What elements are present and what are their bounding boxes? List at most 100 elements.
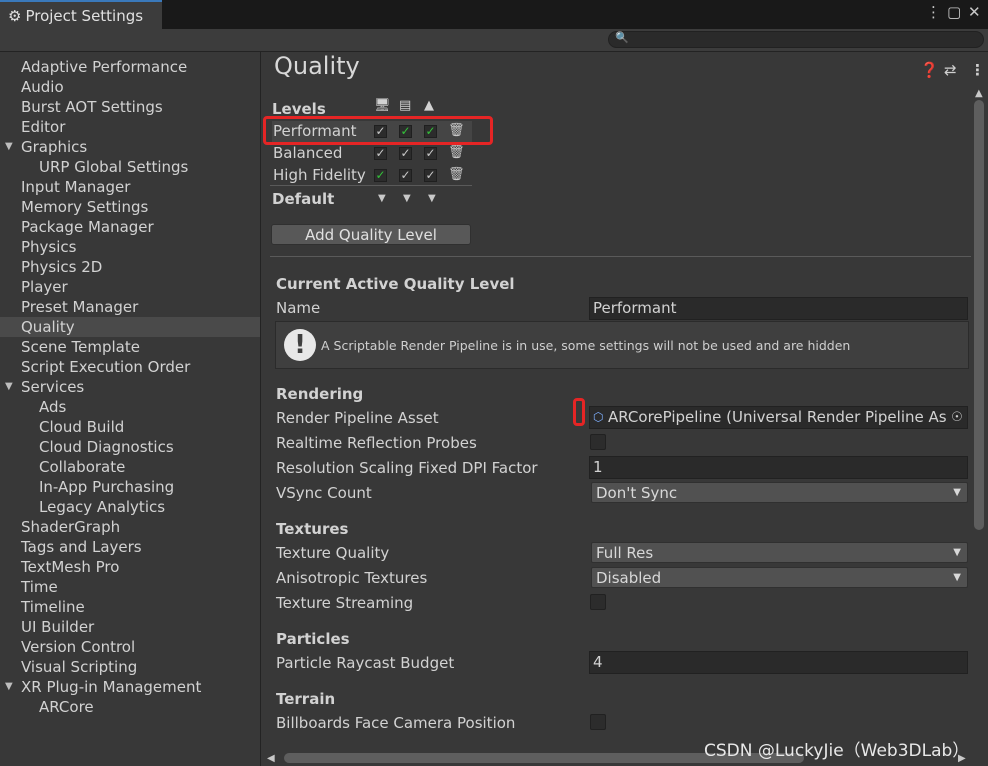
chevron-down-icon: ▼ <box>953 572 961 583</box>
name-label: Name <box>276 299 321 317</box>
menu-dots-icon[interactable]: ⋮ <box>926 3 941 21</box>
expand-arrow-icon[interactable]: ▼ <box>5 377 13 397</box>
sidebar-item-memory-settings[interactable]: Memory Settings <box>0 197 260 217</box>
platform-checkbox[interactable]: ✓ <box>399 147 412 160</box>
platform-checkbox[interactable]: ✓ <box>424 147 437 160</box>
sidebar-item-arcore[interactable]: ARCore <box>0 697 260 717</box>
billboards-toggle[interactable] <box>590 714 606 730</box>
sidebar-item-quality[interactable]: Quality <box>0 317 260 337</box>
sidebar-item-physics-2d[interactable]: Physics 2D <box>0 257 260 277</box>
sidebar-item-xr-plug-in-management[interactable]: ▼ XR Plug-in Management <box>0 677 260 697</box>
sidebar-item-graphics[interactable]: ▼ Graphics <box>0 137 260 157</box>
anisotropic-dropdown[interactable]: Disabled ▼ <box>591 567 968 588</box>
sidebar-item-physics[interactable]: Physics <box>0 237 260 257</box>
texture-quality-dropdown[interactable]: Full Res ▼ <box>591 542 968 563</box>
vsync-label: VSync Count <box>276 484 372 502</box>
platform-checkbox[interactable]: ✓ <box>374 169 387 182</box>
sidebar-item-collaborate[interactable]: Collaborate <box>0 457 260 477</box>
billboards-label: Billboards Face Camera Position <box>276 714 516 732</box>
help-icon[interactable]: ❓ <box>920 61 939 79</box>
quality-panel: Quality ❓ ⇄ ⋮ Levels 🖥 ▤ ▲ Performant ✓ ✓ ✓… <box>262 52 988 766</box>
sidebar-item-label: Graphics <box>21 138 88 156</box>
delete-level-icon[interactable]: 🗑 <box>448 168 465 182</box>
anisotropic-value: Disabled <box>596 569 662 587</box>
highlight-pipeline-field <box>573 398 585 426</box>
scroll-up-icon[interactable]: ▲ <box>975 88 983 99</box>
sidebar-item-preset-manager[interactable]: Preset Manager <box>0 297 260 317</box>
preset-icon[interactable]: ⇄ <box>944 61 957 79</box>
sidebar-item-label: Editor <box>21 118 66 136</box>
sidebar-item-visual-scripting[interactable]: Visual Scripting <box>0 657 260 677</box>
sidebar-item-label: Quality <box>21 318 75 336</box>
texture-streaming-toggle[interactable] <box>590 594 606 610</box>
delete-level-icon[interactable]: 🗑 <box>448 146 465 160</box>
vsync-dropdown[interactable]: Don't Sync ▼ <box>591 482 968 503</box>
tab-title: Project Settings <box>25 6 144 25</box>
sidebar-item-scene-template[interactable]: Scene Template <box>0 337 260 357</box>
sidebar-item-input-manager[interactable]: Input Manager <box>0 177 260 197</box>
sidebar-item-timeline[interactable]: Timeline <box>0 597 260 617</box>
standalone-icon: 🖥 <box>374 98 391 113</box>
more-icon[interactable]: ⋮ <box>970 61 985 79</box>
particles-header: Particles <box>276 630 350 648</box>
sidebar-item-urp-global-settings[interactable]: URP Global Settings <box>0 157 260 177</box>
page-title: Quality <box>274 52 360 80</box>
sidebar-item-label: Services <box>21 378 85 396</box>
sidebar-item-cloud-build[interactable]: Cloud Build <box>0 417 260 437</box>
sidebar-item-script-execution-order[interactable]: Script Execution Order <box>0 357 260 377</box>
expand-arrow-icon[interactable]: ▼ <box>5 137 13 157</box>
search-toolbar: 🔍 <box>0 29 988 52</box>
platform-checkbox[interactable]: ✓ <box>374 147 387 160</box>
sidebar-item-cloud-diagnostics[interactable]: Cloud Diagnostics <box>0 437 260 457</box>
sidebar-item-legacy-analytics[interactable]: Legacy Analytics <box>0 497 260 517</box>
settings-sidebar: Adaptive Performance Audio Burst AOT Setti… <box>0 52 261 766</box>
sidebar-item-ui-builder[interactable]: UI Builder <box>0 617 260 637</box>
sidebar-item-ads[interactable]: Ads <box>0 397 260 417</box>
dpi-factor-field[interactable]: 1 <box>589 456 968 479</box>
sidebar-item-audio[interactable]: Audio <box>0 77 260 97</box>
add-quality-level-button[interactable]: Add Quality Level <box>271 224 471 245</box>
sidebar-item-label: URP Global Settings <box>39 158 189 176</box>
name-field[interactable]: Performant <box>589 297 968 320</box>
sidebar-item-label: TextMesh Pro <box>21 558 120 576</box>
info-icon: ! <box>284 329 316 361</box>
close-icon[interactable]: ✕ <box>968 3 981 21</box>
default-dropdown-standalone[interactable]: ▼ <box>378 193 386 204</box>
maximize-icon[interactable]: ▢ <box>947 3 961 21</box>
sidebar-item-textmesh-pro[interactable]: TextMesh Pro <box>0 557 260 577</box>
highlight-performant-row <box>263 116 493 145</box>
render-pipeline-field[interactable]: ⬡ ARCorePipeline (Universal Render Pipel… <box>589 406 968 429</box>
sidebar-item-shadergraph[interactable]: ShaderGraph <box>0 517 260 537</box>
reflection-probes-toggle[interactable] <box>590 434 606 450</box>
sidebar-item-adaptive-performance[interactable]: Adaptive Performance <box>0 57 260 77</box>
vertical-scroll-thumb[interactable] <box>974 100 984 530</box>
default-dropdown-server[interactable]: ▼ <box>403 193 411 204</box>
sidebar-item-label: Physics <box>21 238 77 256</box>
texture-streaming-label: Texture Streaming <box>276 594 414 612</box>
project-settings-tab[interactable]: ⚙ Project Settings <box>0 0 162 29</box>
default-dropdown-android[interactable]: ▼ <box>428 193 436 204</box>
sidebar-item-package-manager[interactable]: Package Manager <box>0 217 260 237</box>
sidebar-item-in-app-purchasing[interactable]: In-App Purchasing <box>0 477 260 497</box>
scroll-left-icon[interactable]: ◀ <box>267 753 275 764</box>
sidebar-item-version-control[interactable]: Version Control <box>0 637 260 657</box>
platform-checkbox[interactable]: ✓ <box>424 169 437 182</box>
chevron-down-icon: ▼ <box>953 547 961 558</box>
object-picker-icon[interactable]: ☉ <box>947 407 967 428</box>
sidebar-item-burst-aot-settings[interactable]: Burst AOT Settings <box>0 97 260 117</box>
expand-arrow-icon[interactable]: ▼ <box>5 677 13 697</box>
sidebar-item-label: Burst AOT Settings <box>21 98 163 116</box>
sidebar-item-label: Preset Manager <box>21 298 139 316</box>
sidebar-item-player[interactable]: Player <box>0 277 260 297</box>
sidebar-item-tags-and-layers[interactable]: Tags and Layers <box>0 537 260 557</box>
quality-level-name[interactable]: High Fidelity <box>273 166 366 184</box>
raycast-budget-field[interactable]: 4 <box>589 651 968 674</box>
quality-level-name[interactable]: Balanced <box>273 144 342 162</box>
sidebar-item-editor[interactable]: Editor <box>0 117 260 137</box>
platform-checkbox[interactable]: ✓ <box>399 169 412 182</box>
sidebar-item-services[interactable]: ▼ Services <box>0 377 260 397</box>
sidebar-item-time[interactable]: Time <box>0 577 260 597</box>
search-input[interactable]: 🔍 <box>608 31 984 48</box>
info-box: ! A Scriptable Render Pipeline is in use… <box>275 321 969 369</box>
raycast-budget-label: Particle Raycast Budget <box>276 654 455 672</box>
